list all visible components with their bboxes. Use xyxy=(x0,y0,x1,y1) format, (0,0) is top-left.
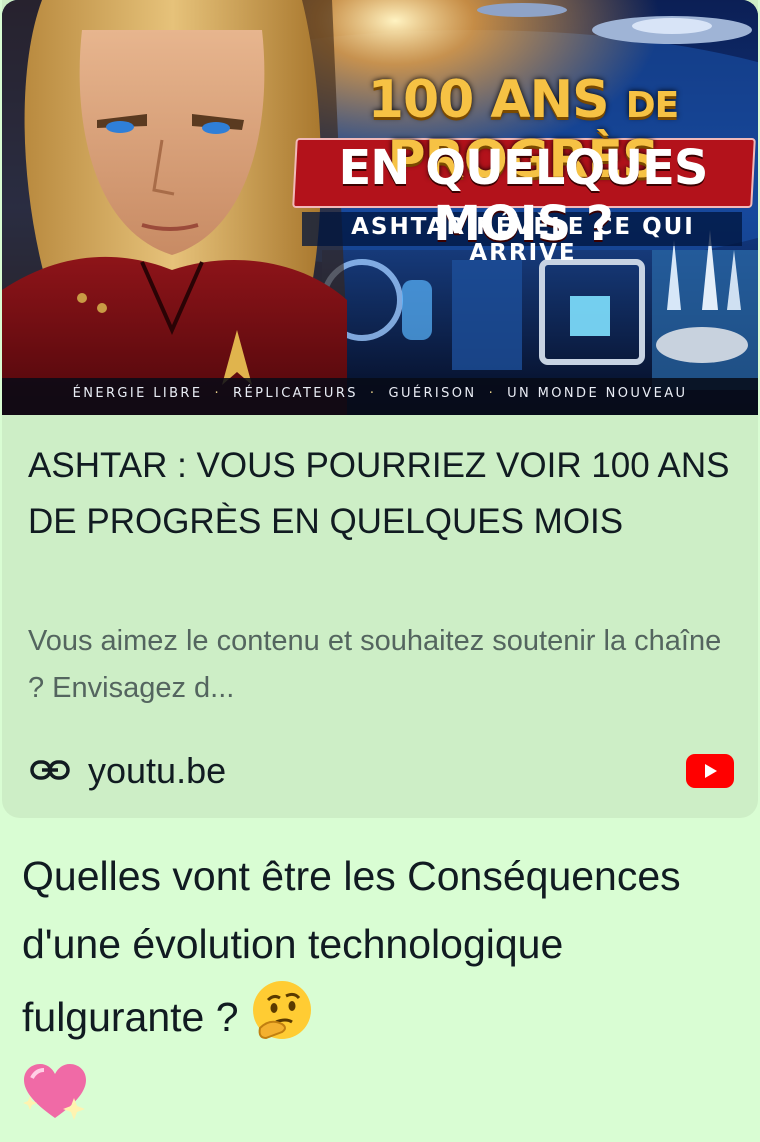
thumbnail-headline-3: ASHTAR RÉVÈLE CE QUI ARRIVE xyxy=(351,214,695,266)
tag: UN MONDE NOUVEAU xyxy=(507,386,688,401)
message-text: Quelles vont être les Conséquences d'une… xyxy=(22,842,742,1142)
tag: GUÉRISON xyxy=(388,386,477,401)
tag-separator: · xyxy=(488,386,496,401)
link-preview-card[interactable]: 100 ANS DE PROGRÈS EN QUELQUES MOIS ? AS… xyxy=(2,0,758,818)
thinking-face-emoji xyxy=(250,978,314,1062)
video-thumbnail[interactable]: 100 ANS DE PROGRÈS EN QUELQUES MOIS ? AS… xyxy=(2,0,758,415)
sparkling-heart-emoji xyxy=(22,1062,88,1142)
link-domain-row[interactable]: youtu.be xyxy=(28,748,738,798)
tag: ÉNERGIE LIBRE xyxy=(72,386,203,401)
tag-separator: · xyxy=(369,386,377,401)
message-body: Quelles vont être les Conséquences d'une… xyxy=(22,853,681,1040)
message-bubble: 100 ANS DE PROGRÈS EN QUELQUES MOIS ? AS… xyxy=(0,0,760,1120)
preview-title[interactable]: ASHTAR : VOUS POURRIEZ VOIR 100 ANS DE P… xyxy=(28,438,748,550)
thumbnail-tags: ÉNERGIE LIBRE · RÉPLICATEURS · GUÉRISON · UN M… xyxy=(2,386,758,408)
tag: RÉPLICATEURS xyxy=(233,386,358,401)
youtube-icon xyxy=(686,754,734,793)
link-icon xyxy=(30,758,70,787)
link-domain[interactable]: youtu.be xyxy=(88,750,226,792)
tag-separator: · xyxy=(214,386,222,401)
preview-description: Vous aimez le contenu et souhaitez soute… xyxy=(28,625,722,704)
